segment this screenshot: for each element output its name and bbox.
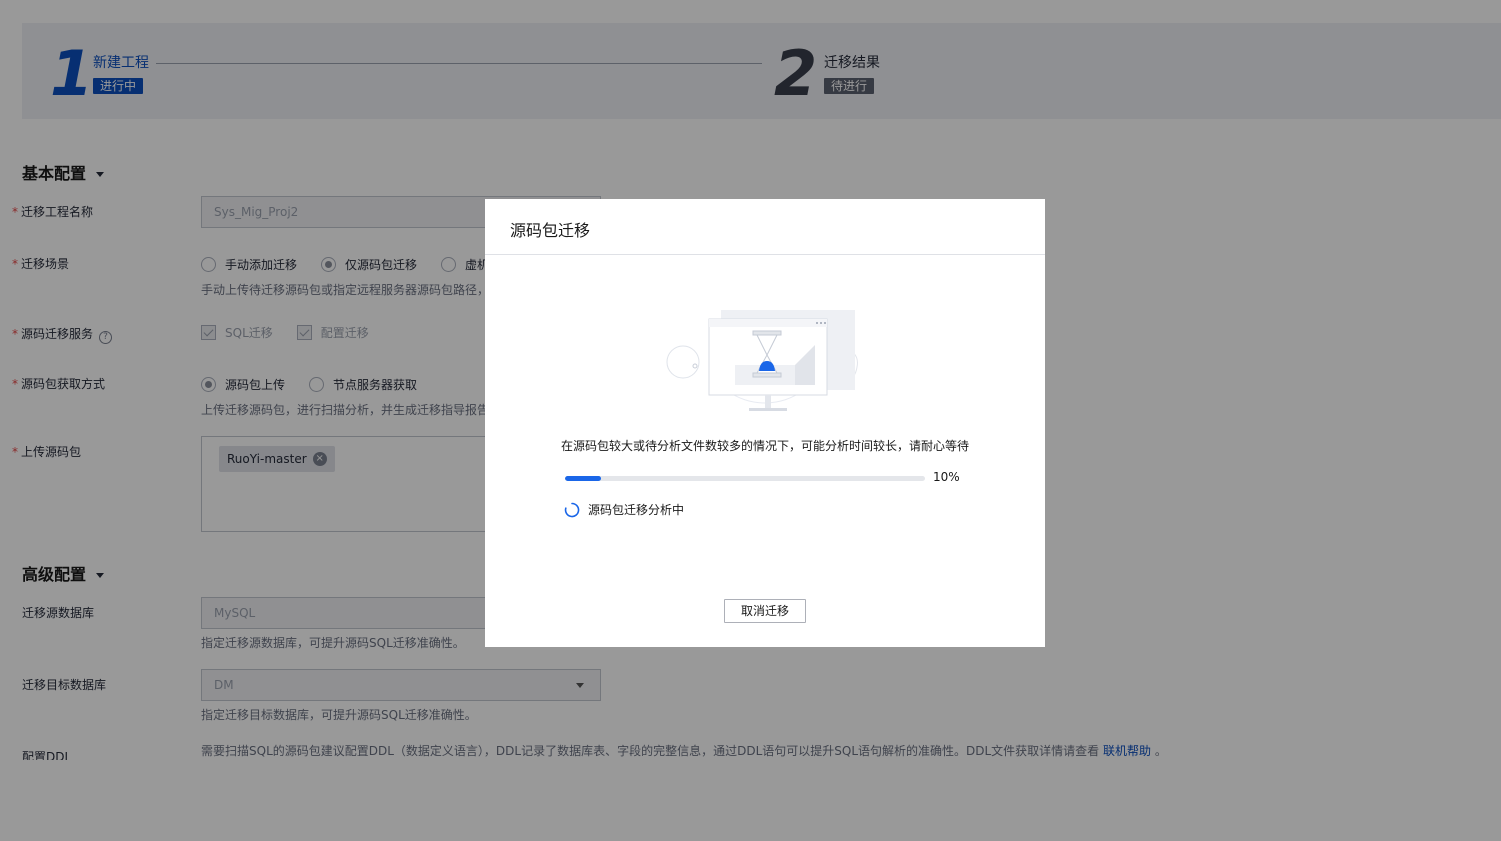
- progress-percent: 10%: [933, 470, 960, 484]
- modal-title: 源码包迁移: [510, 221, 591, 240]
- cancel-migration-button[interactable]: 取消迁移: [724, 599, 806, 623]
- modal-message: 在源码包较大或待分析文件数较多的情况下，可能分析时间较长，请耐心等待: [560, 439, 969, 453]
- progress-bar: [565, 476, 925, 481]
- status-text: 源码包迁移分析中: [588, 503, 685, 517]
- migration-modal: 源码包迁移 在源码包较大或待分析文件数较多的情况下，可能分析时间较长，请耐心等待…: [485, 199, 1045, 647]
- loading-spinner-icon: [564, 502, 580, 517]
- modal-header: 源码包迁移: [485, 199, 1045, 255]
- hourglass-monitor-icon: [666, 310, 858, 411]
- status-row: 源码包迁移分析中: [564, 501, 684, 518]
- progress-fill: [565, 476, 601, 481]
